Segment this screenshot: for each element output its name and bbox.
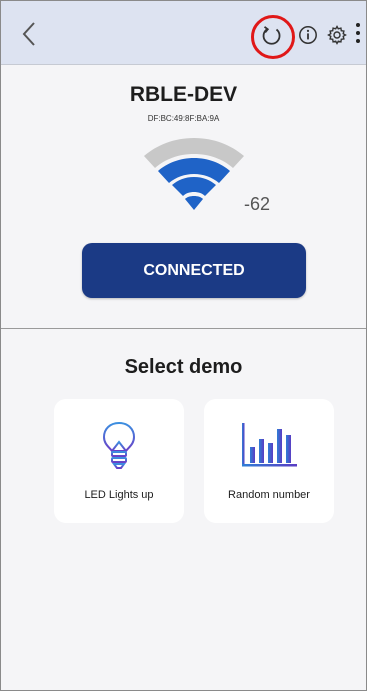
refresh-icon [262,26,281,45]
connection-status-button[interactable]: CONNECTED [82,243,306,298]
light-bulb-icon [102,421,136,469]
info-button[interactable] [297,24,319,46]
back-button[interactable] [15,19,43,49]
section-divider [1,328,366,329]
more-vertical-icon [356,21,360,45]
demo-card-led-lights[interactable]: LED Lights up [54,399,184,523]
info-icon [299,26,317,44]
gear-icon [327,25,347,45]
signal-strength-indicator [140,132,248,216]
demo-card-random-number[interactable]: Random number [204,399,334,523]
demo-card-label: Random number [228,489,310,501]
app-bar [1,1,366,65]
rssi-value: -62 [244,194,271,214]
more-menu-button[interactable] [351,21,365,49]
bar-chart-icon [242,423,297,467]
chevron-left-icon [22,22,35,46]
device-mac-address: DF:BC:49:8F:BA:9A [147,114,220,123]
demo-card-label: LED Lights up [84,489,154,501]
app-screen: RBLE-DEV DF:BC:49:8F:BA:9A -62 CONNECTED… [0,0,367,691]
wifi-signal-icon [144,138,244,210]
settings-button[interactable] [326,24,348,46]
device-name: RBLE-DEV [129,83,238,106]
select-demo-title: Select demo [124,356,243,378]
refresh-button[interactable] [251,15,295,59]
